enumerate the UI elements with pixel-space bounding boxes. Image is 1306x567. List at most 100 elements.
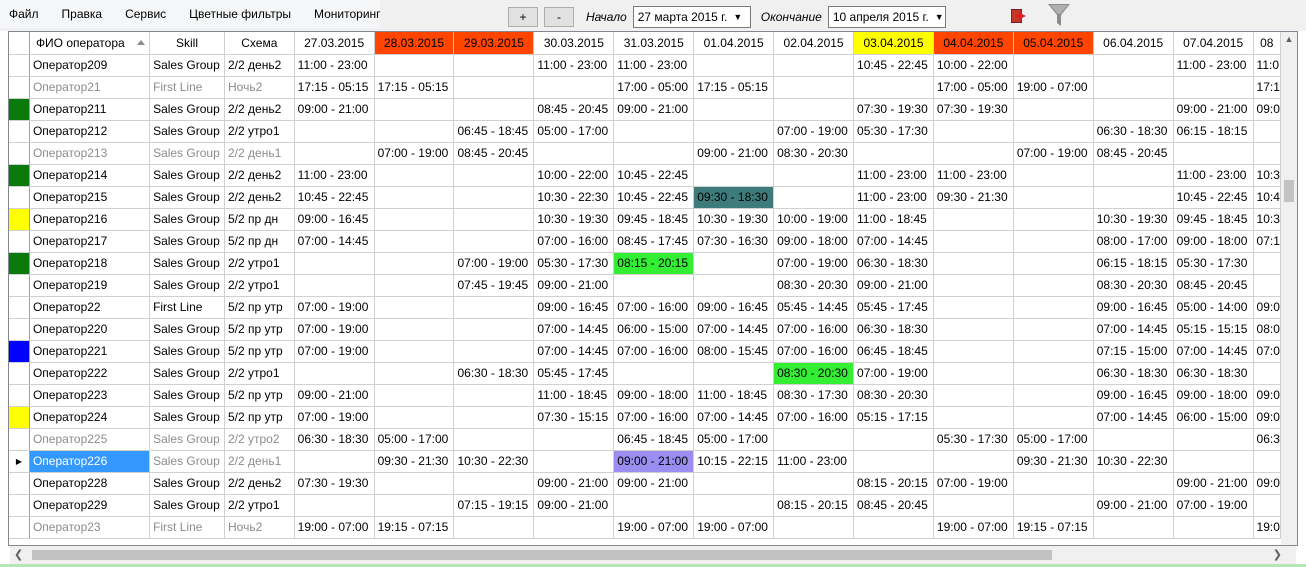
shift-cell[interactable] [374, 318, 455, 341]
shift-cell[interactable] [1013, 340, 1094, 363]
skill-cell[interactable]: Sales Group [149, 384, 225, 407]
shift-cell[interactable] [693, 98, 775, 121]
shift-cell[interactable]: 07:00 - 14:45 [1093, 318, 1174, 341]
shift-cell[interactable]: 08:15 - 20:15 [853, 472, 934, 495]
shift-cell[interactable] [453, 428, 535, 451]
menu-item-3[interactable]: Цветные фильтры [186, 5, 294, 23]
shift-cell[interactable]: 08:45 - 20:45 [1173, 274, 1254, 297]
zoom-out-button[interactable]: - [544, 7, 574, 27]
shift-cell[interactable] [1013, 186, 1094, 209]
shift-cell[interactable]: 07:30 - 19:30 [933, 98, 1014, 121]
shift-cell[interactable]: 19:00 - 07:00 [1013, 76, 1094, 99]
shift-cell[interactable]: 09:00 - 21:00 [533, 494, 615, 517]
shift-cell[interactable]: 09:00 - 16:45 [693, 296, 775, 319]
row-header[interactable] [9, 516, 30, 539]
shift-cell[interactable] [533, 450, 615, 473]
operator-name-cell[interactable]: Оператор223 [29, 384, 151, 407]
row-header[interactable] [9, 142, 30, 165]
skill-cell[interactable]: Sales Group [149, 230, 225, 253]
shift-cell[interactable] [1253, 274, 1281, 297]
shift-cell[interactable]: 07:1 [1253, 230, 1281, 253]
shift-cell[interactable] [853, 428, 934, 451]
shift-cell[interactable]: 09:00 - 21:00 [853, 274, 934, 297]
shift-cell[interactable] [1013, 120, 1094, 143]
shift-cell[interactable]: 07:30 - 19:30 [853, 98, 934, 121]
row-header[interactable] [9, 186, 30, 209]
table-row[interactable]: Оператор220 Sales Group 5/2 пр утр 07:00 - … [9, 318, 1281, 341]
shift-cell[interactable]: 08:30 - 20:30 [1093, 274, 1174, 297]
operator-name-cell[interactable]: Оператор209 [29, 54, 151, 77]
shift-cell[interactable] [374, 98, 455, 121]
shift-cell[interactable]: 09:00 - 21:00 [294, 98, 375, 121]
shift-cell[interactable]: 08:45 - 20:45 [453, 142, 535, 165]
shift-cell[interactable]: 09:00 - 21:00 [613, 472, 695, 495]
menu-item-4[interactable]: Мониторинг [311, 5, 384, 23]
shift-cell[interactable] [1093, 76, 1174, 99]
shift-cell[interactable] [453, 406, 535, 429]
shift-cell[interactable] [1013, 472, 1094, 495]
shift-cell[interactable] [1093, 472, 1174, 495]
shift-cell[interactable]: 09:00 - 18:00 [1173, 230, 1254, 253]
shift-cell[interactable] [933, 450, 1014, 473]
scheme-cell[interactable]: 2/2 утро1 [224, 274, 295, 297]
operator-name-cell[interactable]: Оператор226 [29, 450, 151, 473]
shift-cell[interactable] [374, 384, 455, 407]
shift-cell[interactable]: 06:00 - 15:00 [1173, 406, 1254, 429]
date-column-header[interactable]: 04.04.2015 [933, 32, 1014, 55]
shift-cell[interactable] [294, 142, 375, 165]
menu-item-2[interactable]: Сервис [122, 5, 169, 23]
shift-cell[interactable] [693, 274, 775, 297]
schedule-grid[interactable]: ФИО оператора Skill Схема 27.03.2015 28.0… [8, 31, 1298, 546]
shift-cell[interactable]: 10:30 - 19:30 [533, 208, 615, 231]
shift-cell[interactable]: 07:00 - 19:00 [933, 472, 1014, 495]
shift-cell[interactable]: 07:00 - 14:45 [533, 340, 615, 363]
shift-cell[interactable]: 11:00 - 23:00 [933, 164, 1014, 187]
skill-cell[interactable]: Sales Group [149, 472, 225, 495]
menu-item-0[interactable]: Файл [6, 5, 42, 23]
shift-cell[interactable] [1173, 428, 1254, 451]
shift-cell[interactable]: 08:30 - 20:30 [773, 274, 855, 297]
shift-cell[interactable]: 09:0 [1253, 472, 1281, 495]
shift-cell[interactable]: 09:30 - 21:30 [1013, 450, 1094, 473]
shift-cell[interactable]: 19:15 - 07:15 [374, 516, 455, 539]
shift-cell[interactable] [1093, 186, 1174, 209]
shift-cell[interactable] [453, 208, 535, 231]
date-column-header[interactable]: 01.04.2015 [693, 32, 775, 55]
shift-cell[interactable] [853, 450, 934, 473]
shift-cell[interactable] [773, 98, 855, 121]
shift-cell[interactable]: 06:45 - 18:45 [853, 340, 934, 363]
shift-cell[interactable] [374, 186, 455, 209]
shift-cell[interactable] [374, 494, 455, 517]
shift-cell[interactable]: 19:00 - 07:00 [613, 516, 695, 539]
shift-cell[interactable]: 07:00 - 19:00 [374, 142, 455, 165]
shift-cell[interactable]: 10:00 - 22:00 [533, 164, 615, 187]
shift-cell[interactable] [453, 296, 535, 319]
shift-cell[interactable]: 07:00 - 16:00 [773, 406, 855, 429]
shift-cell[interactable] [374, 406, 455, 429]
row-header[interactable] [9, 494, 30, 517]
shift-cell[interactable]: 05:30 - 17:30 [853, 120, 934, 143]
shift-cell[interactable] [453, 318, 535, 341]
menu-item-1[interactable]: Правка [59, 5, 106, 23]
column-header-name[interactable]: ФИО оператора [29, 32, 151, 55]
shift-cell[interactable] [1013, 230, 1094, 253]
shift-cell[interactable]: 09:00 - 18:00 [613, 384, 695, 407]
shift-cell[interactable] [773, 54, 855, 77]
shift-cell[interactable]: 07:00 - 14:45 [533, 318, 615, 341]
shift-cell[interactable]: 05:15 - 17:15 [853, 406, 934, 429]
operator-name-cell[interactable]: Оператор219 [29, 274, 151, 297]
shift-cell[interactable]: 06:30 - 18:30 [853, 318, 934, 341]
scheme-cell[interactable]: 5/2 пр утр [224, 340, 295, 363]
shift-cell[interactable] [1253, 494, 1281, 517]
scheme-cell[interactable]: Ночь2 [224, 76, 295, 99]
shift-cell[interactable] [1253, 450, 1281, 473]
shift-cell[interactable] [374, 340, 455, 363]
operator-name-cell[interactable]: Оператор222 [29, 362, 151, 385]
shift-cell[interactable] [453, 54, 535, 77]
shift-cell[interactable] [933, 318, 1014, 341]
table-row[interactable]: Оператор215 Sales Group 2/2 день2 10:45 - 2… [9, 186, 1281, 209]
table-row[interactable]: Оператор216 Sales Group 5/2 пр дн 09:00 - 1… [9, 208, 1281, 231]
shift-cell[interactable]: 05:30 - 17:30 [1173, 252, 1254, 275]
row-header[interactable] [9, 384, 30, 407]
shift-cell[interactable]: 05:00 - 17:00 [693, 428, 775, 451]
